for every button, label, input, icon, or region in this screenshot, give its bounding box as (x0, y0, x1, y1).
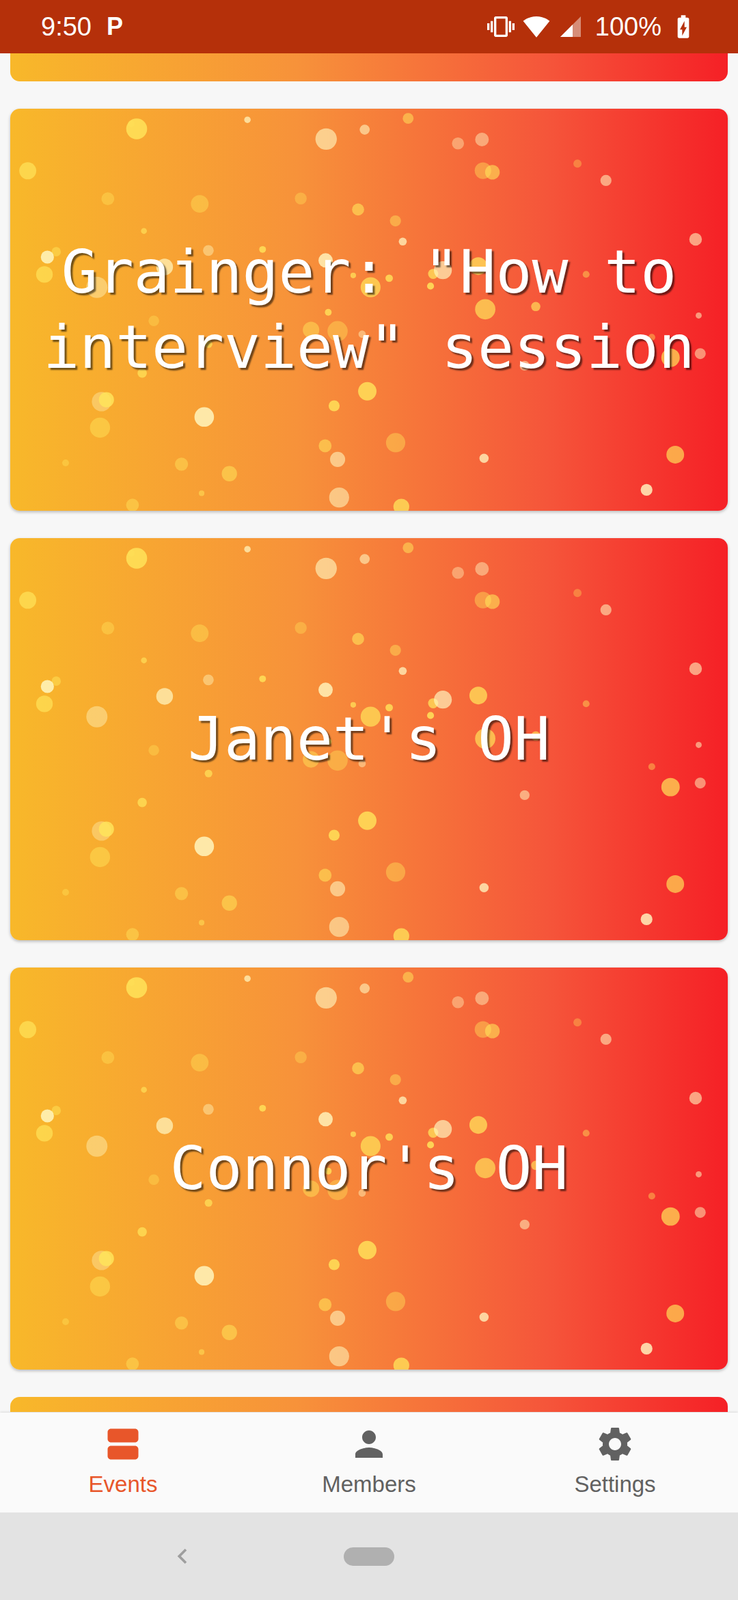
nav-tab[interactable]: Events (0, 1411, 246, 1512)
nav-tab-icon (102, 1422, 144, 1464)
event-card[interactable]: Grainger: "How to interview" session (10, 108, 728, 511)
bottom-nav: Events Members Settings (0, 1411, 738, 1512)
home-pill[interactable] (343, 1546, 395, 1565)
event-card[interactable]: Janet's OH (10, 537, 728, 940)
status-bar: 9:50 P 100% (0, 0, 738, 54)
event-card-partial[interactable] (10, 53, 728, 82)
nav-tab-icon (348, 1422, 390, 1464)
nav-tab[interactable]: Settings (492, 1411, 738, 1512)
nav-tab-label: Settings (574, 1466, 656, 1501)
bokeh-background-icon (10, 108, 728, 511)
wifi-icon (522, 12, 551, 41)
nav-tab-label: Events (88, 1466, 158, 1501)
app: 9:50 P 100% Grainger: "How to interview" se… (0, 0, 738, 1599)
event-title: Grainger: "How to interview" session (15, 234, 723, 385)
cell-signal-icon (558, 14, 583, 39)
nav-tab[interactable]: Members (246, 1411, 492, 1512)
event-title: Connor's OH (170, 1130, 569, 1206)
system-nav-bar (0, 1511, 738, 1599)
status-time: 9:50 (41, 7, 92, 47)
events-list[interactable]: Grainger: "How to interview" session Jane… (0, 53, 738, 1412)
event-card-partial[interactable] (10, 1396, 728, 1412)
vibrate-icon (487, 12, 515, 41)
back-icon[interactable] (167, 1540, 198, 1571)
event-card[interactable]: Connor's OH (10, 966, 728, 1369)
battery-icon (669, 12, 697, 41)
nav-tab-icon (594, 1422, 636, 1464)
event-title: Janet's OH (187, 701, 551, 777)
notification-icon: P (106, 8, 123, 46)
nav-tab-label: Members (321, 1466, 417, 1501)
battery-level: 100% (595, 7, 662, 47)
